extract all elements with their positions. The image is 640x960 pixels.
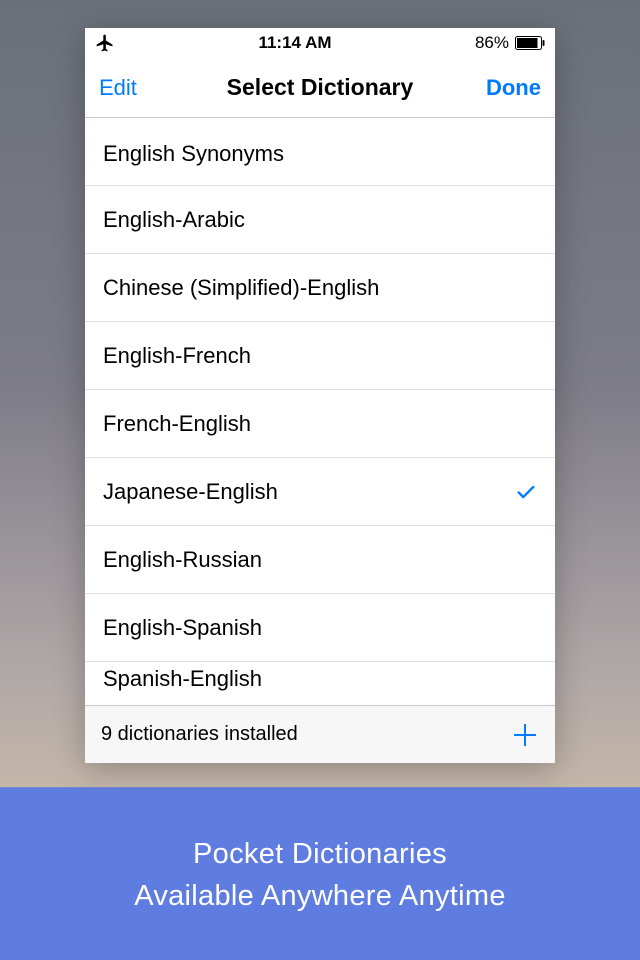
list-item[interactable]: English-Russian <box>85 526 555 594</box>
list-item-label: English Synonyms <box>103 141 284 167</box>
list-item-label: English-Arabic <box>103 207 245 233</box>
edit-button[interactable]: Edit <box>99 75 169 101</box>
status-left <box>95 33 115 53</box>
list-item-label: English-French <box>103 343 251 369</box>
status-time: 11:14 AM <box>258 33 331 53</box>
list-item[interactable]: English-Spanish <box>85 594 555 662</box>
list-item-label: Chinese (Simplified)-English <box>103 275 379 301</box>
status-bar: 11:14 AM 86% <box>85 28 555 58</box>
promo-background: 11:14 AM 86% Edit Select Dictionary Done… <box>0 0 640 960</box>
airplane-mode-icon <box>95 33 115 53</box>
nav-bar: Edit Select Dictionary Done <box>85 58 555 118</box>
add-dictionary-button[interactable] <box>511 721 539 749</box>
plus-icon <box>511 721 539 749</box>
page-title: Select Dictionary <box>227 74 414 101</box>
list-item[interactable]: Japanese-English <box>85 458 555 526</box>
list-item[interactable]: English Synonyms <box>85 118 555 186</box>
dictionary-list[interactable]: English Synonyms English-Arabic Chinese (S… <box>85 118 555 705</box>
phone-screen: 11:14 AM 86% Edit Select Dictionary Done… <box>85 28 555 763</box>
checkmark-icon <box>515 481 537 503</box>
list-item[interactable]: English-French <box>85 322 555 390</box>
list-item[interactable]: French-English <box>85 390 555 458</box>
list-item[interactable]: English-Arabic <box>85 186 555 254</box>
battery-icon <box>515 36 545 50</box>
list-item-label: English-Russian <box>103 547 262 573</box>
list-item-label: English-Spanish <box>103 615 262 641</box>
toolbar: 9 dictionaries installed <box>85 705 555 763</box>
done-button[interactable]: Done <box>471 75 541 101</box>
status-right: 86% <box>475 33 545 53</box>
caption-line-2: Available Anywhere Anytime <box>134 875 506 917</box>
list-item[interactable]: Spanish-English <box>85 662 555 696</box>
promo-caption: Pocket Dictionaries Available Anywhere A… <box>0 790 640 960</box>
battery-percentage: 86% <box>475 33 509 53</box>
list-item-label: Japanese-English <box>103 479 278 505</box>
installed-count-label: 9 dictionaries installed <box>101 723 298 746</box>
caption-line-1: Pocket Dictionaries <box>193 833 447 875</box>
list-item-label: Spanish-English <box>103 666 262 692</box>
list-item[interactable]: Chinese (Simplified)-English <box>85 254 555 322</box>
list-item-label: French-English <box>103 411 251 437</box>
